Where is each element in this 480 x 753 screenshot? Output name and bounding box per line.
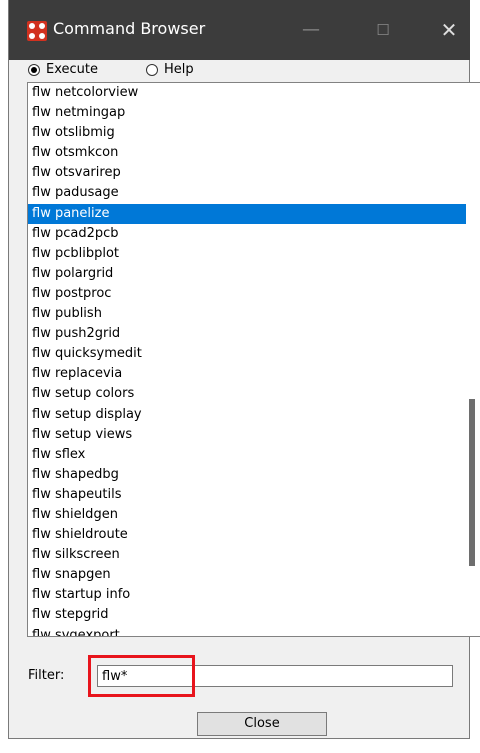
help-label[interactable]: Help <box>164 62 194 77</box>
list-item[interactable]: flw otsmkcon <box>28 143 466 163</box>
list-item[interactable]: flw startup info <box>28 585 466 605</box>
list-item[interactable]: flw publish <box>28 304 466 324</box>
close-window-button[interactable]: ✕ <box>431 12 467 48</box>
list-item[interactable]: flw shieldgen <box>28 505 466 525</box>
list-item[interactable]: flw otslibmig <box>28 123 466 143</box>
list-item[interactable]: flw sflex <box>28 445 466 465</box>
list-item[interactable]: flw replacevia <box>28 364 466 384</box>
radio-selected-dot <box>31 67 37 73</box>
command-list[interactable]: flw netcolorview flw netmingap flw otslibm… <box>27 82 480 637</box>
list-item[interactable]: flw otsvarirep <box>28 163 466 183</box>
list-item[interactable]: flw setup display <box>28 405 466 425</box>
window-title: Command Browser <box>53 19 206 38</box>
annotation-highlight-box <box>88 655 195 697</box>
list-item[interactable]: flw shapeutils <box>28 485 466 505</box>
title-bar[interactable]: Command Browser — ☐ ✕ <box>9 0 470 60</box>
list-item-selected[interactable]: flw panelize <box>28 203 466 224</box>
list-item[interactable]: flw setup views <box>28 425 466 445</box>
list-item[interactable]: flw postproc <box>28 284 466 304</box>
list-item[interactable]: flw pcad2pcb <box>28 224 466 244</box>
list-item[interactable]: flw shapedbg <box>28 465 466 485</box>
list-item[interactable]: flw svgexport <box>28 626 466 636</box>
list-item[interactable]: flw netcolorview <box>28 83 466 103</box>
filter-label: Filter: <box>28 668 65 683</box>
list-item[interactable]: flw setup colors <box>28 384 466 404</box>
list-item[interactable]: flw padusage <box>28 183 466 203</box>
list-item[interactable]: flw push2grid <box>28 324 466 344</box>
command-list-items: flw netcolorview flw netmingap flw otslibm… <box>28 83 480 636</box>
list-item[interactable]: flw netmingap <box>28 103 466 123</box>
list-item[interactable]: flw pcblibplot <box>28 244 466 264</box>
scrollbar-thumb[interactable] <box>469 399 475 566</box>
maximize-button[interactable]: ☐ <box>365 12 401 48</box>
minimize-button[interactable]: — <box>293 12 329 48</box>
command-browser-window: Command Browser — ☐ ✕ Execute Help flw n… <box>8 0 480 739</box>
list-item[interactable]: flw snapgen <box>28 565 466 585</box>
list-item[interactable]: flw quicksymedit <box>28 344 466 364</box>
list-item[interactable]: flw stepgrid <box>28 605 466 625</box>
list-item[interactable]: flw shieldroute <box>28 525 466 545</box>
list-item[interactable]: flw polargrid <box>28 264 466 284</box>
close-button[interactable]: Close <box>197 712 327 736</box>
execute-radio[interactable] <box>28 64 40 76</box>
app-icon <box>27 21 47 41</box>
execute-label[interactable]: Execute <box>46 62 98 77</box>
list-item[interactable]: flw silkscreen <box>28 545 466 565</box>
help-radio[interactable] <box>146 64 158 76</box>
